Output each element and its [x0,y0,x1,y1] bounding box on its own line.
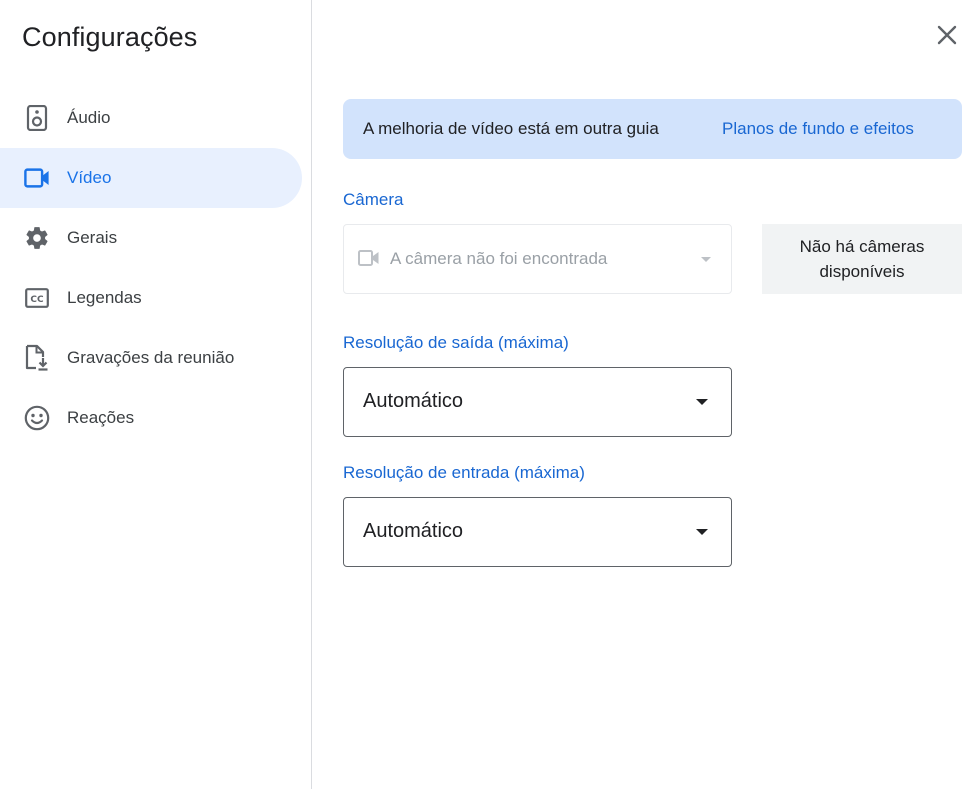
settings-title: Configurações [22,22,198,52]
info-banner: A melhoria de vídeo está em outra guia P… [343,99,962,159]
output-resolution-select[interactable]: Automático [343,367,732,437]
camera-preview: Não há câmeras disponíveis [762,224,962,294]
banner-text: A melhoria de vídeo está em outra guia [363,119,659,138]
chevron-down-icon [701,257,711,262]
backgrounds-effects-link[interactable]: Planos de fundo e efeitos [722,119,914,139]
input-resolution-value: Automático [363,520,464,542]
sidebar-item-captions[interactable]: CC Legendas [0,268,302,328]
svg-text:CC: CC [30,295,44,305]
closed-captions-icon: CC [24,285,50,311]
sidebar-item-general[interactable]: Gerais [0,208,302,268]
sidebar-item-label: Áudio [67,108,111,127]
camera-select-value: A câmera não foi encontrada [390,249,608,268]
sidebar-item-video[interactable]: Vídeo [0,148,302,208]
settings-nav: Áudio Vídeo Gerais CC Legendas Gravações… [0,88,311,448]
smiley-icon [24,405,50,431]
sidebar-item-label: Gerais [67,228,118,247]
settings-sidebar: Configurações Áudio Vídeo Gerais CC Lege… [0,0,312,789]
input-resolution-select[interactable]: Automático [343,497,732,567]
sidebar-item-label: Gravações da reunião [67,348,235,367]
camera-preview-text: Não há câmeras disponíveis [799,237,925,281]
sidebar-item-label: Reações [67,408,135,427]
gear-icon [24,225,50,251]
input-resolution-label: Resolução de entrada (máxima) [343,463,585,482]
chevron-down-icon [696,529,708,535]
camera-label: Câmera [343,190,404,209]
sidebar-item-reactions[interactable]: Reações [0,388,302,448]
speaker-icon [24,105,50,131]
sidebar-item-label: Vídeo [67,168,112,187]
videocam-icon [24,165,50,191]
recording-file-icon [24,344,50,371]
sidebar-item-recordings[interactable]: Gravações da reunião [0,328,302,388]
output-resolution-label: Resolução de saída (máxima) [343,333,569,352]
sidebar-item-audio[interactable]: Áudio [0,88,302,148]
output-resolution-value: Automático [363,390,464,412]
camera-select: A câmera não foi encontrada [343,224,732,294]
chevron-down-icon [696,399,708,405]
close-button[interactable] [930,20,964,54]
close-icon [937,25,957,50]
videocam-icon [358,249,380,272]
sidebar-item-label: Legendas [67,288,142,307]
